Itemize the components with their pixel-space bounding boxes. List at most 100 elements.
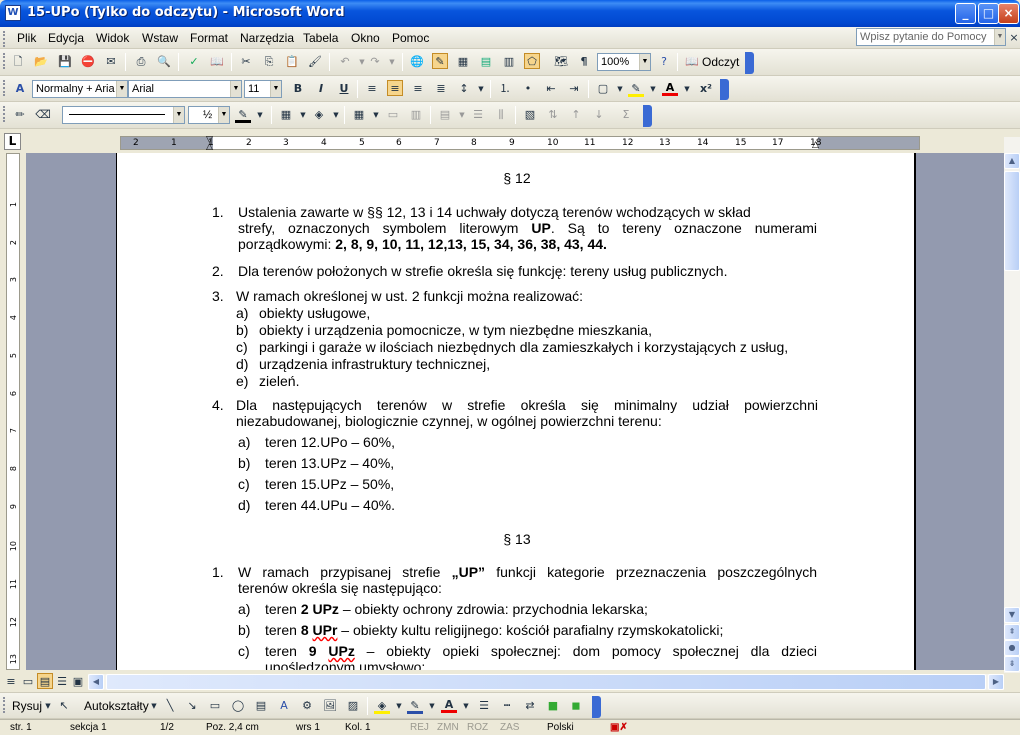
autoshapes-dropdown-icon[interactable]: ▼ — [146, 698, 162, 714]
border-icon[interactable]: ▢ — [595, 81, 611, 97]
copy-icon[interactable]: ⎘ — [261, 54, 277, 70]
highlight-dropdown-icon[interactable]: ▼ — [645, 81, 661, 97]
reading-layout-icon[interactable]: ▣ — [70, 674, 86, 690]
font-color-icon[interactable]: A — [662, 80, 678, 96]
vertical-scrollbar[interactable]: ▲ ▼ ⇞ ● ⇟ — [1004, 137, 1020, 673]
close-button[interactable]: × — [998, 3, 1019, 24]
normal-view-icon[interactable]: ≡ — [3, 674, 19, 690]
distribute-columns-icon[interactable]: ⫼ — [493, 107, 509, 123]
fill-color-icon[interactable]: ◈ — [374, 698, 390, 714]
line-style-icon[interactable]: ☰ — [476, 698, 492, 714]
justify-icon[interactable]: ≣ — [433, 81, 449, 97]
document-map-icon[interactable]: 🗺 — [553, 54, 569, 70]
font-color-dropdown-icon[interactable]: ▼ — [679, 81, 695, 97]
dash-style-icon[interactable]: ┅ — [499, 698, 515, 714]
decrease-indent-icon[interactable]: ⇤ — [543, 81, 559, 97]
line-color-dropdown-icon[interactable]: ▼ — [424, 698, 440, 714]
redo-icon[interactable]: ↷ — [367, 54, 383, 70]
previous-page-icon[interactable]: ⇞ — [1004, 624, 1020, 640]
font-color-draw-dropdown-icon[interactable]: ▼ — [458, 698, 474, 714]
hanging-indent-icon[interactable]: △ — [206, 142, 213, 152]
font-dropdown-icon[interactable]: ▼ — [230, 81, 241, 97]
superscript-icon[interactable]: x² — [698, 81, 714, 97]
read-mode-button[interactable]: Odczyt — [702, 55, 739, 69]
eraser-icon[interactable]: ⌫ — [35, 107, 51, 123]
select-objects-icon[interactable]: ↖ — [56, 698, 72, 714]
maximize-button[interactable]: □ — [978, 3, 999, 24]
line-weight-dropdown-icon[interactable]: ▼ — [218, 107, 229, 123]
style-select[interactable]: Normalny + Aria ▼ — [32, 80, 128, 98]
border-color-icon[interactable]: ✎ — [235, 107, 251, 123]
word-icon[interactable]: W — [5, 5, 21, 21]
diagram-icon[interactable]: ⚙ — [299, 698, 315, 714]
border-dropdown-icon[interactable]: ▼ — [612, 81, 628, 97]
tables-grip[interactable] — [3, 106, 6, 122]
web-view-icon[interactable]: ▭ — [20, 674, 36, 690]
outside-border-dropdown-icon[interactable]: ▼ — [295, 107, 311, 123]
tables-toolbar-options[interactable] — [643, 105, 652, 127]
horizontal-scrollbar[interactable]: ◀ ▶ — [88, 674, 1004, 690]
insert-table-icon[interactable]: ▦ — [455, 54, 471, 70]
align-cell-icon[interactable]: ▤ — [437, 107, 453, 123]
font-select[interactable]: Arial ▼ — [128, 80, 242, 98]
align-center-icon[interactable]: ≡ — [387, 80, 403, 96]
outside-border-icon[interactable]: ▦ — [278, 107, 294, 123]
numbering-icon[interactable]: ⒈ — [497, 81, 513, 97]
spelling-icon[interactable]: ✓ — [186, 54, 202, 70]
line-spacing-dropdown-icon[interactable]: ▼ — [473, 81, 489, 97]
insert-table2-dropdown-icon[interactable]: ▼ — [368, 107, 384, 123]
menu-plik[interactable]: Plik — [17, 31, 36, 45]
print-layout-icon[interactable]: ▤ — [37, 673, 53, 689]
next-page-icon[interactable]: ⇟ — [1004, 656, 1020, 672]
shadow-style-icon[interactable]: ■ — [545, 698, 561, 714]
autoshapes-button[interactable]: Autokształty — [84, 699, 149, 713]
scroll-left-icon[interactable]: ◀ — [88, 674, 104, 690]
permission-icon[interactable]: ⛔ — [80, 54, 96, 70]
menu-okno[interactable]: Okno — [351, 31, 380, 45]
styles-icon[interactable]: A — [12, 81, 28, 97]
menu-edycja[interactable]: Edycja — [48, 31, 84, 45]
status-language[interactable]: Polski — [547, 722, 574, 733]
right-indent-icon[interactable]: △ — [812, 140, 819, 150]
highlight-icon[interactable]: ✎ — [628, 81, 644, 97]
bullets-icon[interactable]: • — [520, 81, 536, 97]
menu-format[interactable]: Format — [190, 31, 228, 45]
font-size-select[interactable]: 11 ▼ — [244, 80, 282, 98]
zoom-select[interactable]: 100% ▼ — [597, 53, 651, 71]
menu-wstaw[interactable]: Wstaw — [142, 31, 178, 45]
document-area[interactable]: § 12 1. Ustalenia zawarte w §§ 12, 13 i … — [26, 153, 1004, 670]
document-page[interactable]: § 12 1. Ustalenia zawarte w §§ 12, 13 i … — [116, 153, 916, 670]
status-roz[interactable]: ROZ — [467, 722, 488, 733]
formatting-toolbar-options[interactable] — [720, 79, 729, 100]
zoom-dropdown-icon[interactable]: ▼ — [639, 54, 650, 70]
menu-pomoc[interactable]: Pomoc — [392, 31, 429, 45]
increase-indent-icon[interactable]: ⇥ — [566, 81, 582, 97]
split-cells-icon[interactable]: ▥ — [408, 107, 424, 123]
underline-icon[interactable]: U — [336, 81, 352, 97]
paste-icon[interactable]: 📋 — [284, 54, 300, 70]
draw-table-icon[interactable]: ✏ — [12, 107, 28, 123]
drawing-toolbar-options[interactable] — [592, 696, 601, 718]
draw-menu-button[interactable]: Rysuj — [12, 699, 42, 713]
merge-cells-icon[interactable]: ▭ — [385, 107, 401, 123]
oval-icon[interactable]: ◯ — [230, 698, 246, 714]
tables-borders-icon[interactable]: ✎ — [432, 53, 448, 69]
line-color-icon[interactable]: ✎ — [407, 698, 423, 714]
autoformat-icon[interactable]: ▧ — [522, 107, 538, 123]
horizontal-scroll-thumb[interactable] — [106, 674, 986, 690]
shading-dropdown-icon[interactable]: ▼ — [328, 107, 344, 123]
draw-dropdown-icon[interactable]: ▼ — [40, 698, 56, 714]
menu-widok[interactable]: Widok — [96, 31, 129, 45]
formatting-grip[interactable] — [3, 80, 6, 96]
redo-dropdown-icon[interactable]: ▼ — [384, 54, 400, 70]
close-document-icon[interactable]: × — [1006, 30, 1020, 46]
cut-icon[interactable]: ✂ — [238, 54, 254, 70]
line-icon[interactable]: ╲ — [162, 698, 178, 714]
line-style-select[interactable]: ▼ — [62, 106, 185, 124]
autosum-icon[interactable]: Σ — [618, 107, 634, 123]
help-icon[interactable]: ? — [656, 54, 672, 70]
insert-table2-icon[interactable]: ▦ — [351, 107, 367, 123]
sort-asc-icon[interactable]: ↑ — [568, 107, 584, 123]
status-zmn[interactable]: ZMN — [437, 722, 459, 733]
email-icon[interactable]: ✉ — [103, 54, 119, 70]
